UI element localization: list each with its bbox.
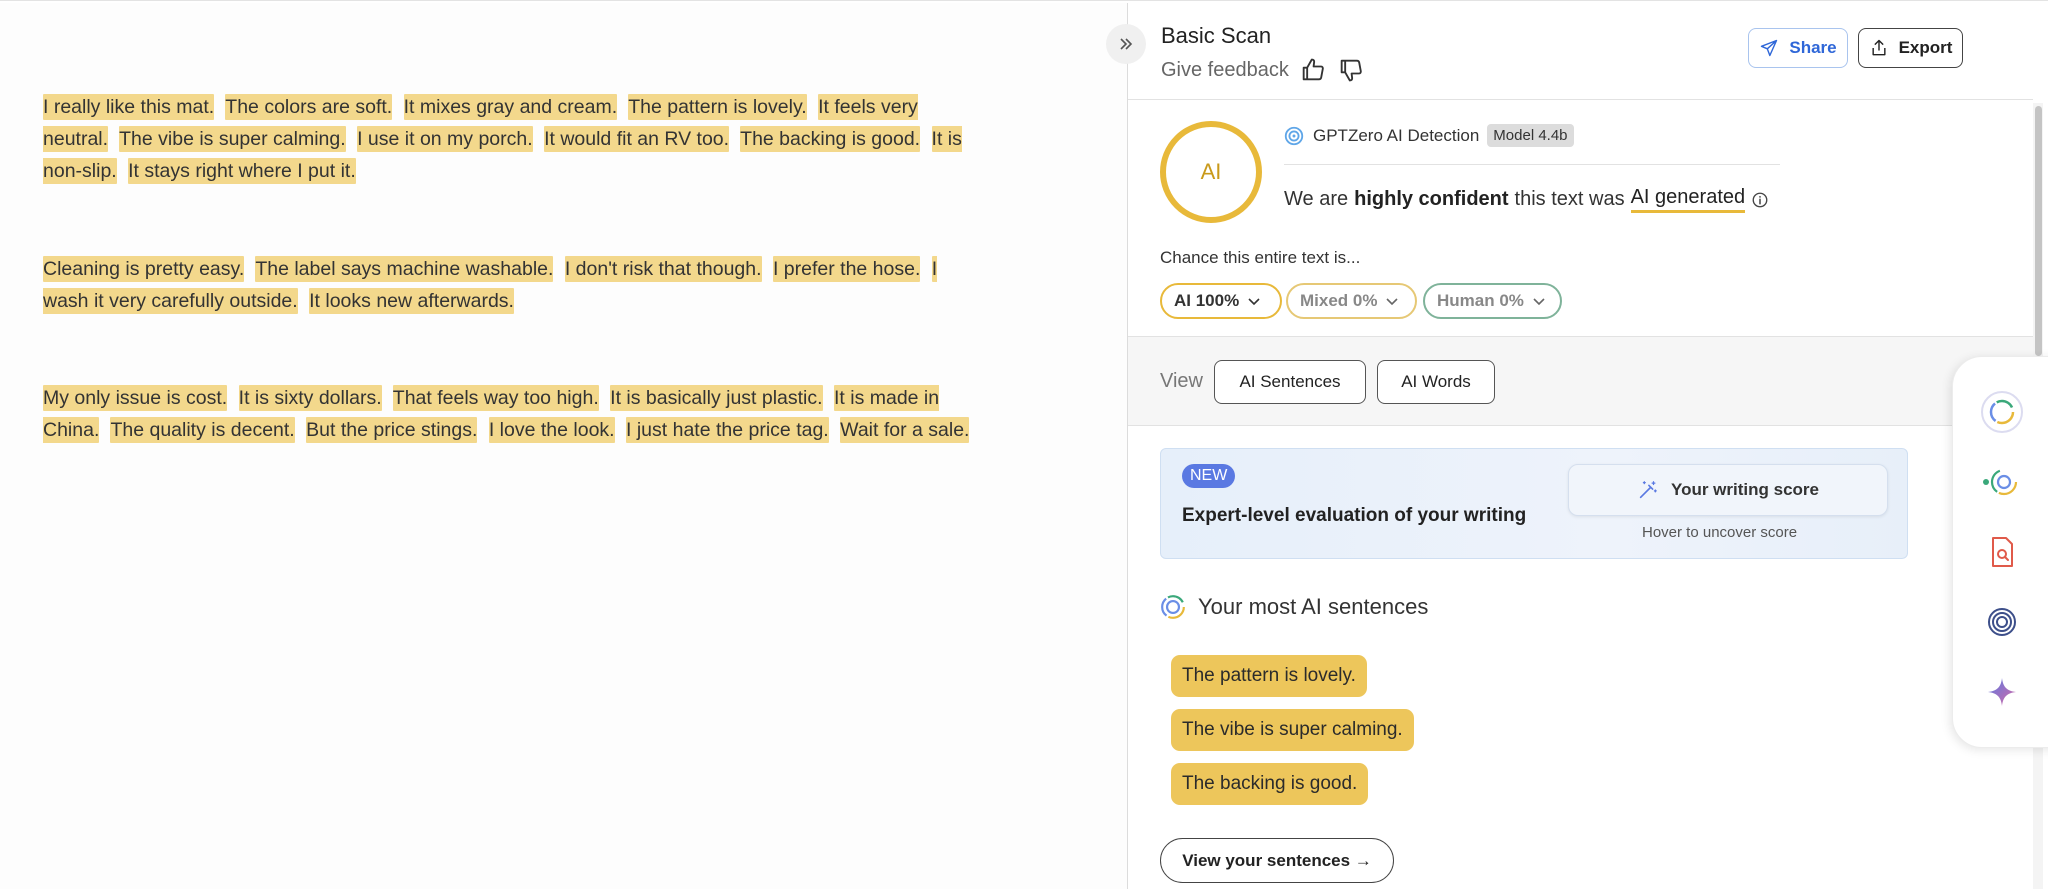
highlighted-sentence[interactable]: It would fit an RV too. (544, 126, 730, 152)
dock-sparkle-icon[interactable] (1980, 670, 2024, 714)
highlighted-sentence[interactable]: I just hate the price tag. (626, 417, 829, 443)
writing-score-button[interactable]: Your writing score (1568, 464, 1888, 516)
statement-prefix: We are (1284, 188, 1349, 210)
ring-label: AI (1200, 159, 1222, 184)
ai-percent-dropdown[interactable]: AI 100% (1160, 283, 1282, 319)
statement-confidence: highly confident (1354, 188, 1509, 210)
model-badge: Model 4.4b (1487, 124, 1574, 147)
send-icon (1761, 39, 1778, 57)
header-divider (1128, 99, 2033, 100)
highlighted-sentence[interactable]: The pattern is lovely. (628, 94, 807, 120)
ai-sentence-chip[interactable]: The vibe is super calming. (1171, 709, 1414, 751)
highlighted-sentence[interactable]: The backing is good. (740, 126, 921, 152)
highlighted-sentence[interactable]: The label says machine washable. (255, 256, 554, 282)
product-name: GPTZero AI Detection (1313, 125, 1480, 145)
confidence-statement: We are highly confident this text was AI… (1284, 186, 1769, 213)
detection-divider (1284, 164, 1780, 165)
magic-wand-icon (1639, 481, 1657, 499)
highlighted-sentence[interactable]: I don't risk that though. (564, 256, 762, 282)
dock-detector-icon[interactable] (1980, 460, 2024, 504)
highlighted-sentence[interactable]: It mixes gray and cream. (403, 94, 618, 120)
document-pane[interactable]: I really like this mat. The colors are s… (0, 3, 1127, 889)
ai-percent-label: AI 100% (1174, 291, 1240, 310)
thumbs-down-icon[interactable] (1337, 56, 1365, 84)
ai-sentence-chip[interactable]: The pattern is lovely. (1171, 655, 1367, 697)
scrollbar-thumb[interactable] (2035, 106, 2042, 356)
dock-plagiarism-icon[interactable] (1980, 530, 2024, 574)
ai-score-ring: AI (1160, 121, 1262, 223)
highlighted-sentence[interactable]: It is basically just plastic. (610, 385, 823, 411)
chevron-down-icon (1386, 298, 1399, 306)
mixed-percent-label: Mixed 0% (1300, 291, 1378, 310)
view-label: View (1160, 370, 1203, 392)
highlighted-sentence[interactable]: Cleaning is pretty easy. (43, 256, 245, 282)
chevron-down-icon (1248, 298, 1260, 306)
highlighted-sentence[interactable]: I prefer the hose. (772, 256, 921, 282)
highlighted-sentence[interactable]: But the price stings. (306, 417, 478, 443)
chevron-down-icon (1533, 298, 1545, 306)
highlighted-sentence[interactable]: I use it on my porch. (357, 126, 533, 152)
highlighted-sentence[interactable]: The colors are soft. (225, 94, 393, 120)
highlighted-sentence[interactable]: I love the look. (488, 417, 615, 443)
paragraph: I really like this mat. The colors are s… (43, 91, 983, 187)
highlighted-sentence[interactable]: That feels way too high. (392, 385, 599, 411)
share-button[interactable]: Share (1748, 28, 1848, 68)
paragraph: Cleaning is pretty easy. The label says … (43, 253, 983, 317)
highlighted-sentence[interactable]: It is sixty dollars. (238, 385, 382, 411)
dock-spiral-icon[interactable] (1980, 600, 2024, 644)
thumbs-up-icon[interactable] (1299, 56, 1327, 84)
promo-text: Expert-level evaluation of your writing (1182, 505, 1527, 526)
human-percent-dropdown[interactable]: Human 0% (1423, 283, 1562, 319)
statement-result[interactable]: AI generated (1630, 186, 1746, 213)
human-percent-label: Human 0% (1437, 291, 1524, 310)
share-label: Share (1789, 38, 1837, 57)
double-chevron-right-icon (1120, 38, 1133, 50)
detection-header: GPTZero AI Detection Model 4.4b (1283, 124, 1574, 147)
feedback-label: Give feedback (1161, 58, 1289, 81)
ai-sentences-button[interactable]: AI Sentences (1214, 360, 1366, 404)
view-sentences-button[interactable]: View your sentences → (1160, 838, 1394, 883)
chance-label: Chance this entire text is... (1160, 248, 1361, 267)
highlighted-sentence[interactable]: The quality is decent. (110, 417, 295, 443)
highlighted-sentence[interactable]: I really like this mat. (43, 94, 215, 120)
most-ai-title: Your most AI sentences (1160, 594, 1428, 620)
gptzero-logo-icon (1284, 126, 1304, 145)
gptzero-swirl-icon (1161, 595, 1185, 619)
export-button[interactable]: Export (1858, 28, 1963, 68)
collapse-panel-button[interactable] (1106, 24, 1146, 64)
new-badge: NEW (1182, 464, 1236, 488)
highlighted-sentence[interactable]: It stays right where I put it. (128, 158, 356, 184)
writing-score-label: Your writing score (1671, 480, 1819, 499)
info-icon[interactable] (1751, 191, 1769, 209)
scan-title: Basic Scan (1161, 23, 1272, 48)
results-panel: Basic Scan Give feedback (1127, 3, 2048, 889)
export-label: Export (1898, 38, 1953, 57)
most-ai-title-text: Your most AI sentences (1198, 594, 1429, 619)
dock-ai-scan-icon[interactable] (1980, 390, 2024, 434)
mixed-percent-dropdown[interactable]: Mixed 0% (1286, 283, 1417, 319)
upload-icon (1872, 39, 1886, 56)
ai-sentence-chip[interactable]: The backing is good. (1171, 763, 1369, 805)
statement-mid: this text was (1514, 188, 1625, 210)
highlighted-sentence[interactable]: The vibe is super calming. (119, 126, 346, 152)
highlighted-sentence[interactable]: My only issue is cost. (43, 385, 228, 411)
paragraph: My only issue is cost. It is sixty dolla… (43, 382, 983, 446)
highlighted-sentence[interactable]: It looks new afterwards. (309, 288, 514, 314)
hover-note: Hover to uncover score (1642, 524, 1798, 541)
feedback-row: Give feedback (1161, 56, 1365, 84)
highlighted-sentence[interactable]: Wait for a sale. (840, 417, 970, 443)
ai-words-button[interactable]: AI Words (1377, 360, 1495, 404)
